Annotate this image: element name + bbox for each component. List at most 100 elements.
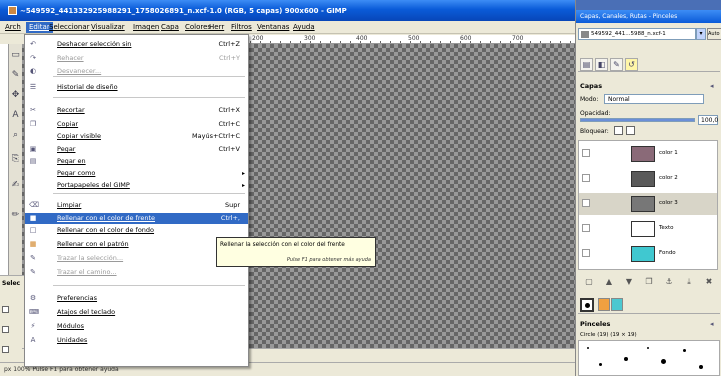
layer-row[interactable]: Texto	[579, 218, 717, 240]
eye-icon[interactable]	[582, 224, 590, 232]
menu-filtros[interactable]: Filtros	[228, 22, 255, 33]
move-tool-icon[interactable]: ✥	[10, 90, 21, 101]
raise-layer-icon[interactable]: ▲	[602, 276, 616, 288]
menu-seleccionar[interactable]: Seleccionar	[46, 22, 93, 33]
image-selector-value: 549592_441...5988_n.xcf-1	[591, 31, 666, 37]
tab-undo[interactable]: ↺	[625, 58, 638, 71]
edit-menu-item[interactable]: ▦ Rellenar con el patrón	[25, 239, 248, 250]
edit-menu-item[interactable]: ▣ Pegar Ctrl+V	[25, 144, 248, 155]
option-checkbox[interactable]	[2, 326, 9, 333]
edit-menu-item[interactable]: ◐ Desvanecer...	[25, 66, 248, 77]
rect-select-tool-icon[interactable]: ▭	[10, 50, 21, 61]
option-checkbox[interactable]	[2, 306, 9, 313]
tab-brushes[interactable]	[580, 298, 594, 312]
edit-menu-item[interactable]: ▤ Pegar en	[25, 156, 248, 167]
new-layer-icon[interactable]: ▢	[582, 276, 596, 288]
menu-capa[interactable]: Capa	[158, 22, 182, 33]
opacity-value-field[interactable]: 100,0	[698, 115, 718, 125]
menu-item-label: Portapapeles del GIMP	[57, 181, 130, 189]
menu-herr[interactable]: Herr	[206, 22, 227, 33]
menu-arch[interactable]: Arch	[2, 22, 24, 33]
panel-menu-icon[interactable]: ◂	[710, 320, 718, 328]
brush-tool-icon[interactable]: ✍	[10, 180, 21, 191]
menu-item-label: Rellenar con el color de fondo	[57, 226, 155, 234]
zoom-tool-icon[interactable]: ⌕	[10, 130, 21, 141]
brush-preview[interactable]	[683, 349, 686, 352]
menu-visualizar[interactable]: Visualizar	[88, 22, 128, 33]
edit-menu-item[interactable]: ⚙ Preferencias	[25, 293, 248, 304]
auto-button[interactable]: Auto	[707, 28, 721, 40]
edit-menu-item[interactable]: ■ Rellenar con el color de frente Ctrl+,	[25, 213, 248, 224]
menu-ventanas[interactable]: Ventanas	[254, 22, 292, 33]
eye-icon[interactable]	[582, 174, 590, 182]
lock-pixels-checkbox[interactable]	[614, 126, 623, 135]
ruler-tick-label: 600	[460, 35, 472, 42]
window-title-bar[interactable]: ~549592_441332925988291_1758026891_n.xcf…	[0, 0, 575, 21]
dock-title-bar[interactable]: Capas, Canales, Rutas - Pinceles	[576, 10, 721, 23]
layer-thumbnail	[631, 221, 655, 237]
free-select-tool-icon[interactable]: ✎	[10, 70, 21, 81]
eye-icon[interactable]	[582, 199, 590, 207]
layer-thumbnail	[631, 171, 655, 187]
edit-menu-item[interactable]: Portapapeles del GIMP ▸	[25, 180, 248, 191]
tab-channels[interactable]: ◧	[595, 58, 608, 71]
layer-row[interactable]: color 3	[579, 193, 717, 215]
tab-patterns[interactable]	[598, 298, 610, 311]
anchor-layer-icon[interactable]: ⚓	[662, 276, 676, 288]
edit-menu-item[interactable]: ✎ Trazar la selección...	[25, 253, 248, 264]
window-title: ~549592_441332925988291_1758026891_n.xcf…	[20, 7, 347, 15]
brush-preview[interactable]	[624, 357, 628, 361]
menu-item-tooltip: Rellenar la selección con el color del f…	[216, 237, 376, 267]
delete-layer-icon[interactable]: ✖	[702, 276, 716, 288]
brush-preview[interactable]	[661, 359, 666, 364]
pencil-tool-icon[interactable]: ✏	[10, 210, 21, 221]
edit-menu-item[interactable]: ✂ Recortar Ctrl+X	[25, 105, 248, 116]
tooltip-text: Rellenar la selección con el color del f…	[220, 242, 345, 248]
lock-alpha-checkbox[interactable]	[626, 126, 635, 135]
brush-preview[interactable]	[587, 347, 589, 349]
text-tool-icon[interactable]: A	[10, 110, 21, 121]
edit-menu-item[interactable]: ↷ Rehacer Ctrl+Y	[25, 53, 248, 64]
menu-ayuda[interactable]: Ayuda	[290, 22, 318, 33]
layer-row[interactable]: Fondo	[579, 243, 717, 265]
tab-paths[interactable]: ✎	[610, 58, 623, 71]
ruler-tick-label: 500	[408, 35, 420, 42]
tab-layers[interactable]: ▤	[580, 58, 593, 71]
edit-menu-item[interactable]: ↶ Deshacer selección sin Ctrl+Z	[25, 39, 248, 50]
edit-menu-item[interactable]: ✎ Trazar el camino...	[25, 267, 248, 278]
lock-label: Bloquear:	[580, 128, 609, 135]
eye-icon[interactable]	[582, 249, 590, 257]
layer-row[interactable]: color 1	[579, 143, 717, 165]
edit-menu-item[interactable]: ❐ Copiar Ctrl+C	[25, 119, 248, 130]
duplicate-layer-icon[interactable]: ❐	[642, 276, 656, 288]
history-icon: ☰	[29, 83, 37, 91]
edit-menu-item[interactable]: □ Rellenar con el color de fondo	[25, 225, 248, 236]
clone-tool-icon[interactable]: ⎘	[10, 154, 21, 165]
merge-layer-icon[interactable]: ⤓	[682, 276, 696, 288]
layer-mode-select[interactable]: Normal	[604, 94, 704, 104]
dock-tabs: ▤ ◧ ✎ ↺	[578, 56, 720, 72]
chevron-down-icon[interactable]: ▾	[696, 28, 706, 40]
edit-menu-item[interactable]: Copiar visible Mayús+Ctrl+C	[25, 131, 248, 142]
edit-menu-item[interactable]: ⚡ Módulos	[25, 321, 248, 332]
dock-top-strip	[576, 0, 721, 10]
brush-grid[interactable]	[578, 340, 720, 376]
lower-layer-icon[interactable]: ▼	[622, 276, 636, 288]
edit-menu-item[interactable]: ⌫ Limpiar Supr	[25, 200, 248, 211]
eye-icon[interactable]	[582, 149, 590, 157]
brush-preview[interactable]	[647, 347, 649, 349]
option-checkbox[interactable]	[2, 346, 9, 353]
menu-item-shortcut: Ctrl+C	[218, 120, 240, 128]
layer-row[interactable]: color 2	[579, 168, 717, 190]
edit-menu-item[interactable]: A Unidades	[25, 335, 248, 346]
edit-menu-item[interactable]: ⌨ Atajos del teclado	[25, 307, 248, 318]
edit-menu-item[interactable]: Pegar como ▸	[25, 168, 248, 179]
layers-button-bar: ▢ ▲ ▼ ❐ ⚓ ⤓ ✖	[578, 276, 720, 288]
brush-preview[interactable]	[599, 363, 602, 366]
panel-menu-icon[interactable]: ◂	[710, 82, 718, 90]
brush-preview[interactable]	[699, 365, 703, 369]
edit-menu-item[interactable]: ☰ Historial de diseño	[25, 82, 248, 93]
image-selector[interactable]: 549592_441...5988_n.xcf-1	[578, 28, 696, 40]
opacity-slider[interactable]	[580, 118, 695, 122]
tab-gradients[interactable]	[611, 298, 623, 311]
